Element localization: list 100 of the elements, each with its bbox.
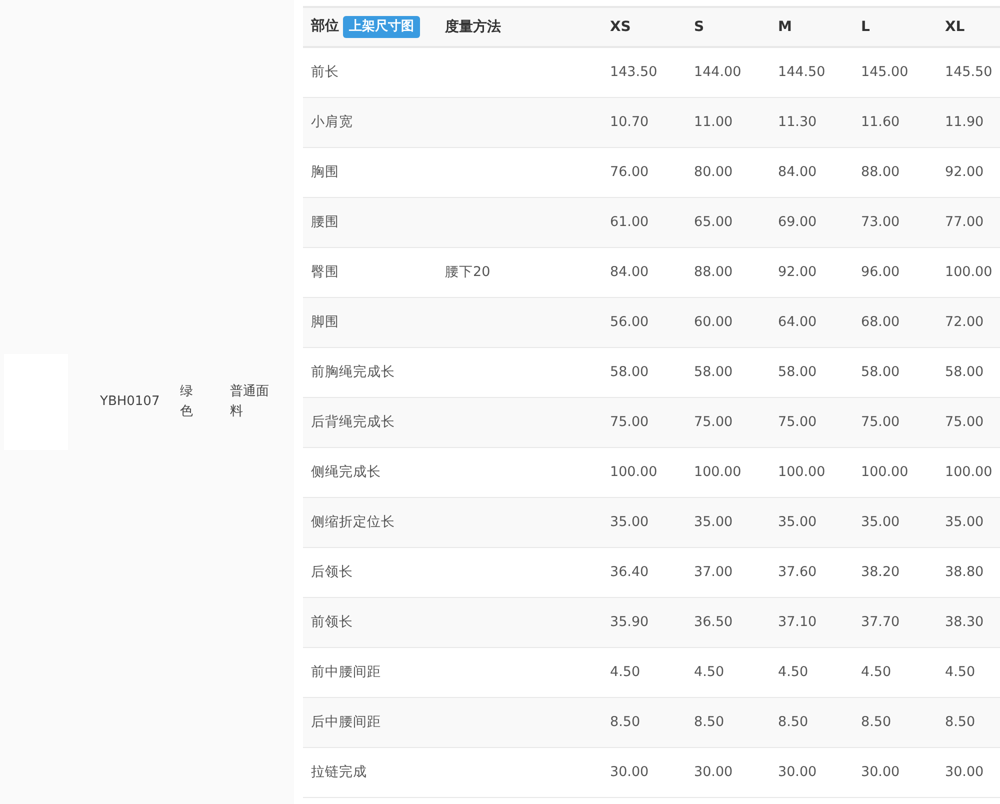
table-cell: 58.00 [778,364,817,380]
table-cell: 61.00 [610,214,649,230]
size-chart-badge[interactable]: 上架尺寸图 [343,16,420,38]
product-code: YBH0107 [100,393,161,412]
table-cell: 35.00 [610,514,649,530]
table-cell: 37.70 [861,614,900,630]
table-cell: 92.00 [778,264,817,280]
table-cell: 77.00 [945,214,984,230]
table-cell: 腰下20 [445,264,490,280]
table-cell: 4.50 [945,664,976,680]
table-cell: 30.00 [694,764,733,780]
table-cell: 144.50 [778,64,826,80]
table-cell: 30.00 [945,764,984,780]
table-cell: 4.50 [861,664,892,680]
table-cell: 84.00 [610,264,649,280]
column-header: XL [937,7,1000,47]
table-cell: 92.00 [945,164,984,180]
table-cell: 前领长 [311,614,353,630]
table-cell: 37.00 [694,564,733,580]
table-cell: 80.00 [694,164,733,180]
table-cell: 100.00 [945,264,992,280]
table-cell: 56.00 [610,314,649,330]
table-cell: 胸围 [311,164,339,180]
table-cell: 60.00 [694,314,733,330]
table-cell: 100.00 [861,464,908,480]
table-cell: 38.20 [861,564,900,580]
table-cell: 35.00 [945,514,984,530]
table-cell: 11.30 [778,114,817,130]
column-header: XS [602,7,686,47]
table-cell: 68.00 [861,314,900,330]
table-cell: 100.00 [778,464,826,480]
table-cell: 58.00 [861,364,900,380]
table-cell: 75.00 [778,414,817,430]
table-cell: 前中腰间距 [311,664,381,680]
table-cell: 145.00 [861,64,908,80]
table-cell: 8.50 [778,714,808,730]
table-cell: 35.00 [778,514,817,530]
table-cell: 35.00 [694,514,733,530]
table-cell: 75.00 [861,414,900,430]
table-cell: 后中腰间距 [311,714,381,730]
column-header: 度量方法 [437,7,602,47]
table-cell: 35.00 [861,514,900,530]
table-cell: 38.80 [945,564,984,580]
table-cell: 8.50 [694,714,724,730]
column-header: 部位 [311,18,339,34]
table-cell: 后领长 [311,564,353,580]
table-cell: 30.00 [610,764,649,780]
table-cell: 100.00 [945,464,992,480]
table-cell: 100.00 [694,464,742,480]
table-cell: 8.50 [945,714,976,730]
table-cell: 73.00 [861,214,900,230]
table-cell: 腰围 [311,214,339,230]
table-cell: 侧绳完成长 [311,464,381,480]
table-cell: 臀围 [311,264,339,280]
table-cell: 76.00 [610,164,649,180]
table-cell: 脚围 [311,314,339,330]
table-cell: 8.50 [610,714,640,730]
table-cell: 30.00 [778,764,817,780]
table-cell: 8.50 [861,714,892,730]
column-header: L [853,7,937,47]
table-cell: 前胸绳完成长 [311,364,395,380]
table-cell: 30.00 [861,764,900,780]
table-cell: 143.50 [610,64,658,80]
table-cell: 前长 [311,64,339,80]
table-cell: 36.50 [694,614,733,630]
table-cell: 58.00 [610,364,649,380]
product-color: 绿色 [180,383,194,421]
table-cell: 96.00 [861,264,900,280]
table-cell: 75.00 [610,414,649,430]
table-cell: 88.00 [694,264,733,280]
table-cell: 144.00 [694,64,742,80]
table-cell: 75.00 [945,414,984,430]
product-fabric: 普通面料 [230,382,270,421]
table-cell: 88.00 [861,164,900,180]
table-cell: 4.50 [610,664,640,680]
table-cell: 11.00 [694,114,733,130]
table-cell: 后背绳完成长 [311,414,395,430]
column-header: M [770,7,853,47]
table-cell: 100.00 [610,464,658,480]
table-cell: 84.00 [778,164,817,180]
table-cell: 75.00 [694,414,733,430]
column-header: S [686,7,770,47]
table-cell: 37.60 [778,564,817,580]
table-cell: 侧缩折定位长 [311,514,395,530]
table-cell: 小肩宽 [311,114,353,130]
table-cell: 11.60 [861,114,900,130]
table-cell: 65.00 [694,214,733,230]
table-cell: 145.50 [945,64,992,80]
table-cell: 10.70 [610,114,649,130]
table-cell: 35.90 [610,614,649,630]
table-cell: 36.40 [610,564,649,580]
table-cell: 11.90 [945,114,984,130]
table-cell: 64.00 [778,314,817,330]
table-cell: 4.50 [694,664,724,680]
table-cell: 58.00 [694,364,733,380]
table-cell: 58.00 [945,364,984,380]
table-cell: 4.50 [778,664,808,680]
table-cell: 69.00 [778,214,817,230]
table-cell: 拉链完成 [311,764,367,780]
table-cell: 37.10 [778,614,817,630]
